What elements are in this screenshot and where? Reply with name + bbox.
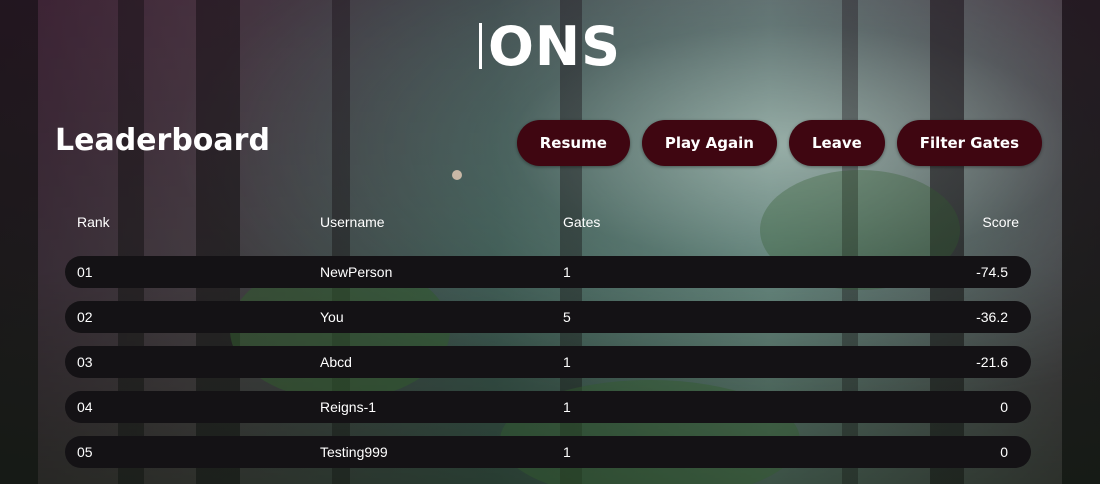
cell-score: -21.6 xyxy=(976,354,1008,370)
leave-button[interactable]: Leave xyxy=(788,120,885,166)
cell-score: 0 xyxy=(1000,399,1008,415)
cell-rank: 01 xyxy=(77,264,93,280)
cell-username: Abcd xyxy=(320,354,352,370)
cell-gates: 1 xyxy=(563,444,571,460)
app-logo: ONS xyxy=(0,20,1100,74)
play-again-button[interactable]: Play Again xyxy=(641,120,777,166)
cell-username: You xyxy=(320,309,344,325)
filter-gates-button[interactable]: Filter Gates xyxy=(896,120,1042,166)
cell-score: -36.2 xyxy=(976,309,1008,325)
logo-text: ONS xyxy=(488,15,621,78)
table-row: 04 Reigns-1 1 0 xyxy=(65,391,1031,423)
cell-rank: 03 xyxy=(77,354,93,370)
header-score: Score xyxy=(982,214,1019,230)
header-username: Username xyxy=(320,214,385,230)
header-rank: Rank xyxy=(77,214,110,230)
header-gates: Gates xyxy=(563,214,601,230)
cell-rank: 05 xyxy=(77,444,93,460)
cell-rank: 04 xyxy=(77,399,93,415)
table-row: 05 Testing999 1 0 xyxy=(65,436,1031,468)
resume-button[interactable]: Resume xyxy=(516,120,630,166)
cell-gates: 1 xyxy=(563,264,571,280)
cell-username: NewPerson xyxy=(320,264,393,280)
cell-rank: 02 xyxy=(77,309,93,325)
logo-bar xyxy=(479,23,482,69)
cell-username: Reigns-1 xyxy=(320,399,377,415)
table-row: 03 Abcd 1 -21.6 xyxy=(65,346,1031,378)
cell-username: Testing999 xyxy=(320,444,388,460)
table-row: 01 NewPerson 1 -74.5 xyxy=(65,256,1031,288)
page-title: Leaderboard xyxy=(55,123,270,158)
leaderboard-header: Rank Username Gates Score xyxy=(65,214,1031,232)
cell-gates: 5 xyxy=(563,309,571,325)
cell-score: -74.5 xyxy=(976,264,1008,280)
cell-score: 0 xyxy=(1000,444,1008,460)
leaderboard-table: 01 NewPerson 1 -74.5 02 You 5 -36.2 03 A… xyxy=(65,256,1031,481)
background-light-dot xyxy=(452,170,462,180)
cell-gates: 1 xyxy=(563,399,571,415)
cell-gates: 1 xyxy=(563,354,571,370)
table-row: 02 You 5 -36.2 xyxy=(65,301,1031,333)
action-bar: Resume Play Again Leave Filter Gates xyxy=(516,120,1042,166)
